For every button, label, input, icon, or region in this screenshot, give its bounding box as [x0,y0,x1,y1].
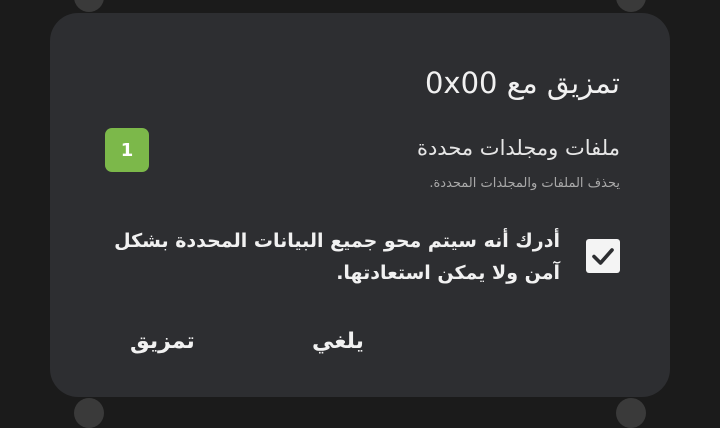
dialog-title: تمزيق مع 0x00 [424,66,620,100]
check-icon [592,248,614,265]
selection-title: ملفات ومجلدات محددة [416,136,620,160]
background-circle-bottom-left [74,398,104,428]
background-circle-bottom-right [616,398,646,428]
acknowledge-label[interactable]: أدرك أنه سيتم محو جميع البيانات المحددة … [80,225,560,289]
acknowledge-checkbox[interactable] [586,239,620,273]
shred-button[interactable]: تمزيق [118,322,207,362]
cancel-button[interactable]: يلغي [300,322,376,362]
background-circle-top-right [616,0,646,12]
selection-count-badge: 1 [105,128,149,172]
selection-description: يحذف الملفات والمجلدات المحددة. [429,176,620,191]
shred-dialog: تمزيق مع 0x00 ملفات ومجلدات محددة يحذف ا… [50,13,670,397]
background-circle-top-left [74,0,104,12]
